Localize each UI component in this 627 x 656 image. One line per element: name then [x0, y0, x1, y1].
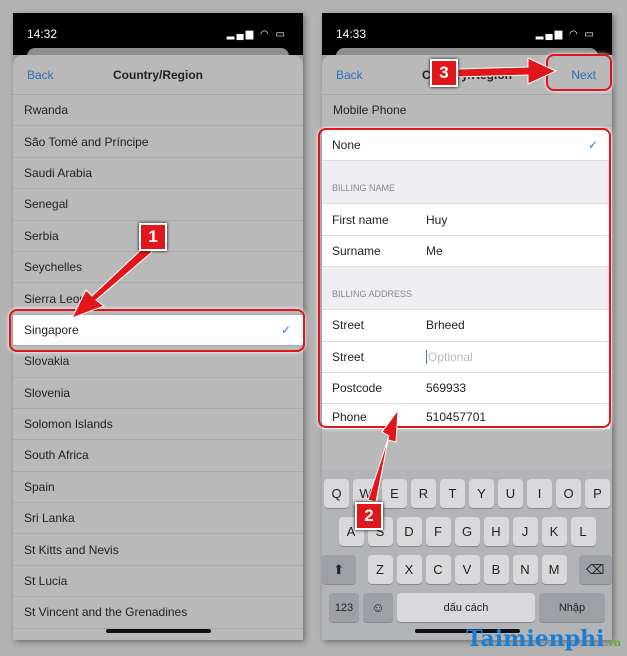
country-item[interactable]: Solomon Islands: [13, 409, 303, 441]
key-r[interactable]: R: [411, 479, 436, 508]
country-item[interactable]: St Lucia: [13, 566, 303, 598]
emoji-key[interactable]: ☺: [363, 593, 393, 622]
step-badge-2: 2: [355, 502, 383, 530]
key-t[interactable]: T: [440, 479, 465, 508]
key-k[interactable]: K: [541, 517, 567, 546]
country-item[interactable]: Spain: [13, 472, 303, 504]
mobile-phone-row[interactable]: Mobile Phone: [322, 95, 612, 127]
back-button[interactable]: Back: [27, 68, 54, 82]
country-item[interactable]: Slovenia: [13, 378, 303, 409]
key-f[interactable]: F: [425, 517, 451, 546]
country-label: Spain: [24, 479, 55, 494]
key-b[interactable]: B: [483, 555, 509, 584]
return-key[interactable]: Nhập: [539, 593, 605, 622]
country-label: São Tomé and Príncipe: [24, 134, 149, 149]
country-label: Slovenia: [24, 385, 71, 400]
country-label: Sierra Leone: [24, 291, 93, 306]
country-item[interactable]: Senegal: [13, 189, 303, 221]
time: 14:32: [27, 27, 58, 41]
country-label: St Kitts and Nevis: [24, 542, 119, 557]
home-indicator: [106, 629, 211, 633]
page-title: Country/Region: [113, 67, 203, 82]
signal-wifi-battery-icon: ▂▄▆ ◠ ▭: [535, 28, 596, 40]
country-label: Seychelles: [24, 260, 83, 275]
country-label: Senegal: [24, 197, 69, 212]
signal-wifi-battery-icon: ▂▄▆ ◠ ▭: [226, 28, 287, 40]
key-d[interactable]: D: [396, 517, 422, 546]
country-label: Saudi Arabia: [24, 165, 93, 180]
key-u[interactable]: U: [498, 479, 523, 508]
country-item[interactable]: Seychelles: [13, 252, 303, 284]
key-c[interactable]: C: [425, 555, 451, 584]
key-g[interactable]: G: [454, 517, 480, 546]
key-o[interactable]: O: [556, 479, 581, 508]
step-badge-3: 3: [430, 59, 458, 87]
key-v[interactable]: V: [454, 555, 480, 584]
key-m[interactable]: M: [541, 555, 567, 584]
mobile-phone-label: Mobile Phone: [333, 103, 407, 118]
country-label: Rwanda: [24, 103, 69, 118]
key-i[interactable]: I: [527, 479, 552, 508]
watermark-logo: Taimienphi.vn: [466, 626, 621, 652]
backspace-key[interactable]: ⌫: [578, 555, 612, 584]
key-n[interactable]: N: [512, 555, 538, 584]
back-button[interactable]: Back: [336, 68, 363, 82]
country-list: Rwanda São Tomé and Príncipe Saudi Arabia S…: [13, 95, 303, 629]
key-l[interactable]: L: [570, 517, 596, 546]
key-h[interactable]: H: [483, 517, 509, 546]
space-key[interactable]: dấu cách: [397, 593, 535, 622]
key-p[interactable]: P: [585, 479, 610, 508]
country-label: Solomon Islands: [24, 417, 113, 432]
step-badge-1: 1: [139, 223, 167, 251]
highlight-singapore: [9, 309, 305, 352]
country-label: Sri Lanka: [24, 511, 75, 526]
letter-keys: ZXCVBNM: [367, 555, 567, 584]
key-q[interactable]: Q: [324, 479, 349, 508]
key-y[interactable]: Y: [469, 479, 494, 508]
nav-bar: Back Country/Region: [13, 55, 303, 95]
country-label: St Lucia: [24, 574, 68, 589]
country-label: South Africa: [24, 448, 89, 463]
shift-key[interactable]: ⬆: [322, 555, 356, 584]
country-item[interactable]: São Tomé and Príncipe: [13, 126, 303, 158]
time: 14:33: [336, 27, 367, 41]
highlight-billing-form: [318, 128, 611, 428]
country-item[interactable]: South Africa: [13, 440, 303, 472]
country-item[interactable]: Sri Lanka: [13, 503, 303, 535]
country-item[interactable]: St Kitts and Nevis: [13, 534, 303, 566]
country-label: Slovakia: [24, 354, 70, 369]
country-label: Serbia: [24, 228, 59, 243]
key-x[interactable]: X: [396, 555, 422, 584]
numbers-key[interactable]: 123: [329, 593, 359, 622]
country-label: St Vincent and the Grenadines: [24, 605, 188, 620]
country-item[interactable]: St Vincent and the Grenadines: [13, 597, 303, 629]
country-item[interactable]: Saudi Arabia: [13, 158, 303, 190]
highlight-next: [546, 54, 612, 91]
key-row-3: ⬆ ZXCVBNM ⌫: [322, 555, 612, 584]
key-j[interactable]: J: [512, 517, 538, 546]
keyboard: QWERTYUIOP ASDFGHJKL ⬆ ZXCVBNM ⌫ 123 ☺ d…: [322, 470, 612, 640]
key-e[interactable]: E: [382, 479, 407, 508]
key-z[interactable]: Z: [367, 555, 393, 584]
country-item[interactable]: Rwanda: [13, 95, 303, 127]
key-row-4: 123 ☺ dấu cách Nhập: [322, 593, 612, 622]
